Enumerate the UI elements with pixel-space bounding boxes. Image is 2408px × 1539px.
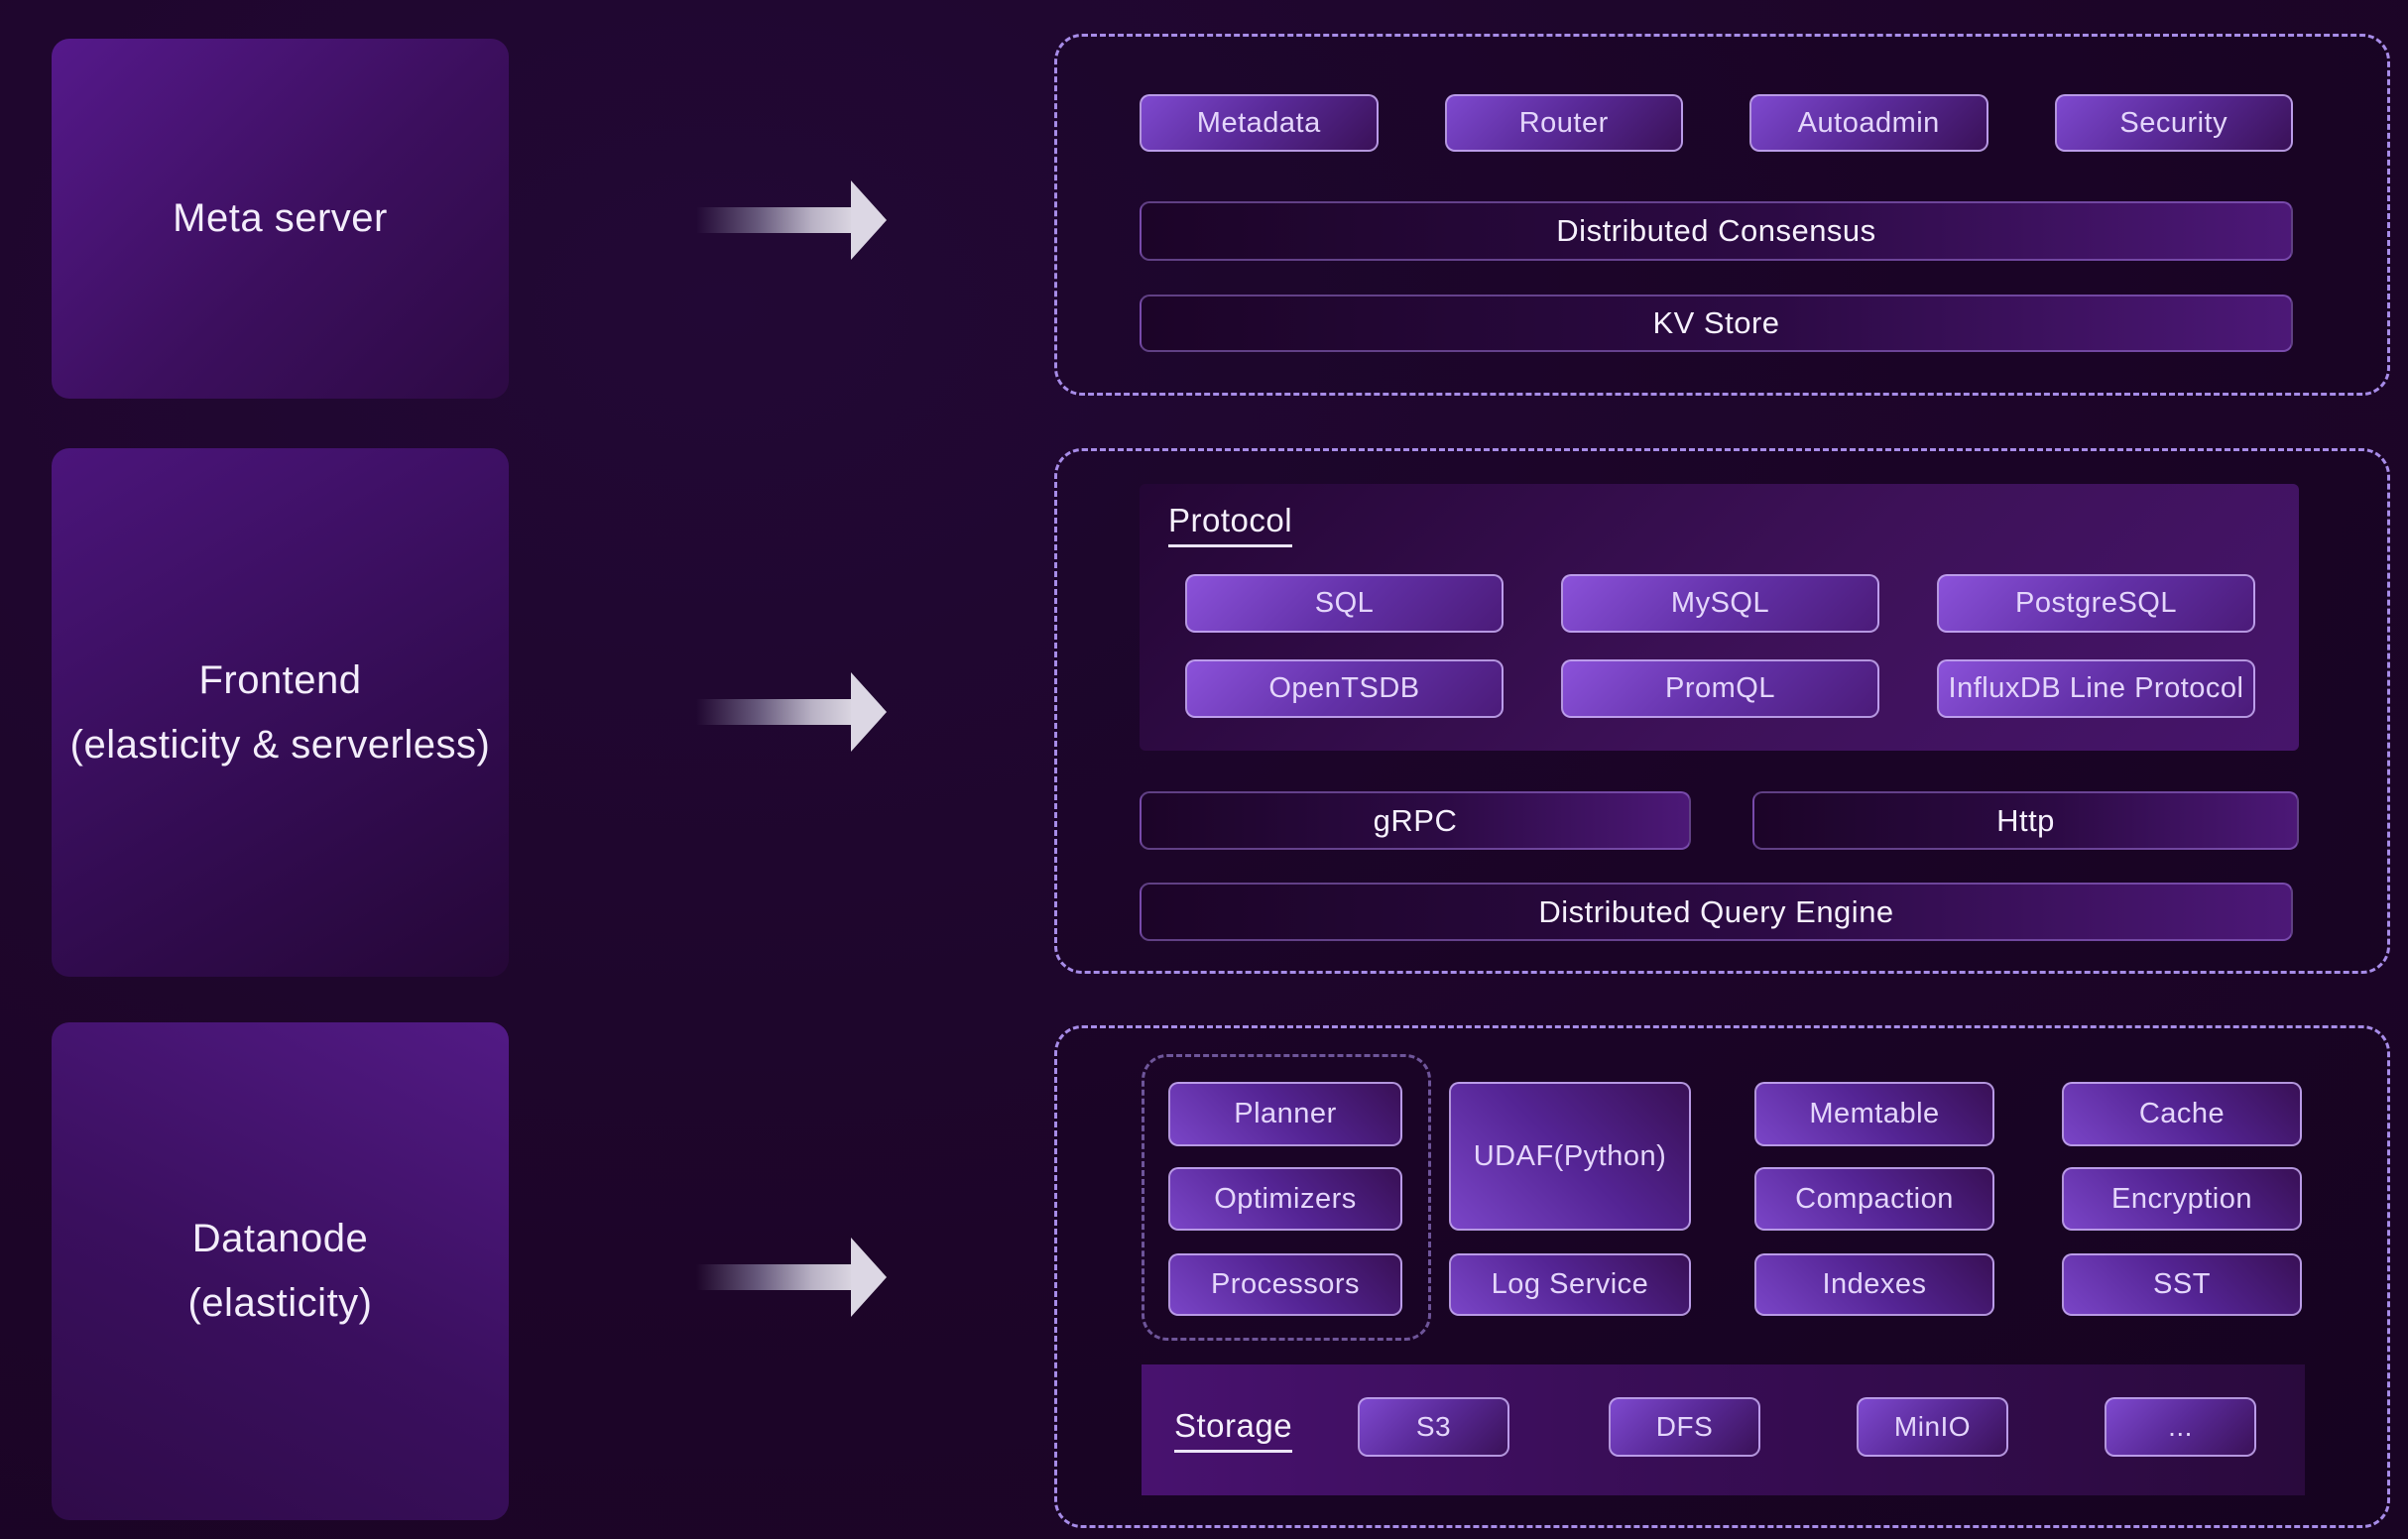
kv-store-node: KV Store xyxy=(1140,295,2293,352)
frontend-label-line2: (elasticity & serverless) xyxy=(70,713,491,777)
arrow-shaft xyxy=(696,207,851,233)
arrow-head xyxy=(851,1238,887,1317)
distributed-query-engine-node: Distributed Query Engine xyxy=(1140,883,2293,941)
minio-node: MinIO xyxy=(1857,1397,2008,1457)
sql-node: SQL xyxy=(1185,574,1504,633)
datanode-section: Planner Optimizers Processors UDAF(Pytho… xyxy=(1054,1025,2390,1528)
influxdb-line-protocol-node: InfluxDB Line Protocol xyxy=(1937,659,2255,718)
datanode-label-line1: Datanode xyxy=(192,1207,368,1271)
protocol-grid: SQL MySQL PostgreSQL OpenTSDB PromQL Inf… xyxy=(1185,574,2255,718)
frontend-section: Protocol SQL MySQL PostgreSQL OpenTSDB P… xyxy=(1054,448,2390,974)
protocol-title: Protocol xyxy=(1168,502,1292,547)
arrow-shaft xyxy=(696,1264,851,1290)
metadata-node: Metadata xyxy=(1140,94,1379,152)
protocol-panel: Protocol SQL MySQL PostgreSQL OpenTSDB P… xyxy=(1140,484,2299,751)
udaf-python-node: UDAF(Python) xyxy=(1449,1082,1691,1231)
arrow-icon-datanode xyxy=(696,1238,887,1317)
arrow-icon-meta xyxy=(696,180,887,260)
meta-server-button-row: Metadata Router Autoadmin Security xyxy=(1140,94,2293,152)
cache-node: Cache xyxy=(2062,1082,2302,1146)
http-node: Http xyxy=(1752,791,2299,850)
architecture-diagram: Meta server Frontend (elasticity & serve… xyxy=(0,0,2408,1539)
promql-node: PromQL xyxy=(1561,659,1879,718)
mysql-node: MySQL xyxy=(1561,574,1879,633)
arrow-head xyxy=(851,672,887,752)
storage-panel: Storage S3 DFS MinIO ... xyxy=(1142,1364,2305,1495)
protocol-row-2: OpenTSDB PromQL InfluxDB Line Protocol xyxy=(1185,659,2255,718)
encryption-node: Encryption xyxy=(2062,1167,2302,1231)
memtable-node: Memtable xyxy=(1754,1082,1994,1146)
datanode-box: Datanode (elasticity) xyxy=(52,1022,509,1520)
postgresql-node: PostgreSQL xyxy=(1937,574,2255,633)
distributed-consensus-node: Distributed Consensus xyxy=(1140,201,2293,261)
sst-node: SST xyxy=(2062,1253,2302,1316)
s3-node: S3 xyxy=(1358,1397,1509,1457)
storage-title: Storage xyxy=(1174,1407,1292,1453)
arrow-head xyxy=(851,180,887,260)
meta-server-box: Meta server xyxy=(52,39,509,399)
autoadmin-node: Autoadmin xyxy=(1749,94,1988,152)
security-node: Security xyxy=(2055,94,2294,152)
meta-server-label: Meta server xyxy=(173,186,388,251)
processors-node: Processors xyxy=(1168,1253,1402,1316)
log-service-node: Log Service xyxy=(1449,1253,1691,1316)
planner-node: Planner xyxy=(1168,1082,1402,1146)
frontend-box: Frontend (elasticity & serverless) xyxy=(52,448,509,977)
meta-server-section: Metadata Router Autoadmin Security Distr… xyxy=(1054,34,2390,396)
optimizers-node: Optimizers xyxy=(1168,1167,1402,1231)
arrow-icon-frontend xyxy=(696,672,887,752)
router-node: Router xyxy=(1445,94,1684,152)
dfs-node: DFS xyxy=(1609,1397,1760,1457)
more-storage-node: ... xyxy=(2105,1397,2256,1457)
protocol-row-1: SQL MySQL PostgreSQL xyxy=(1185,574,2255,633)
opentsdb-node: OpenTSDB xyxy=(1185,659,1504,718)
compaction-node: Compaction xyxy=(1754,1167,1994,1231)
datanode-label-line2: (elasticity) xyxy=(187,1271,372,1336)
frontend-label-line1: Frontend xyxy=(198,649,361,713)
indexes-node: Indexes xyxy=(1754,1253,1994,1316)
grpc-node: gRPC xyxy=(1140,791,1691,850)
arrow-shaft xyxy=(696,699,851,725)
